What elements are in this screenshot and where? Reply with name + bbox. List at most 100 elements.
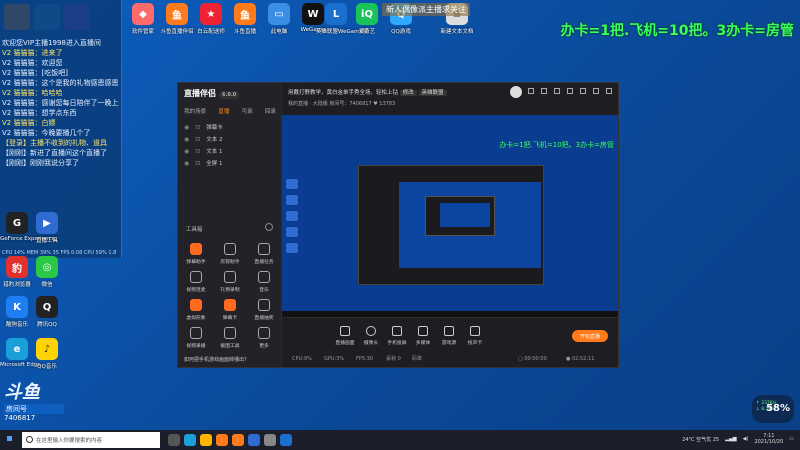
source-game-button[interactable]: 游戏源 [436, 326, 462, 346]
weather-widget[interactable]: 24°C 空气优 25 [682, 436, 719, 443]
lol-icon[interactable] [280, 434, 292, 446]
category-select[interactable]: 英雄联盟 [418, 90, 447, 96]
preview-icon [286, 227, 298, 237]
tool-label: 截图工具 [220, 344, 240, 349]
ticker-line: V2 猫猫猫：想学点东西 [2, 109, 77, 117]
source-camera-button[interactable]: 摄像头 [358, 326, 384, 346]
edit-title-button[interactable]: 修改 [399, 90, 417, 96]
menu-icon[interactable] [567, 88, 573, 94]
tool-gift-record[interactable]: 礼物录制 [214, 271, 246, 293]
eye-icon[interactable]: ◉ [184, 124, 189, 131]
avatar[interactable] [510, 86, 522, 98]
desktop-icon-douyu[interactable]: 鱼斗鱼直播 [228, 3, 262, 35]
desktop-icon-software-manager[interactable]: ◆ 软件管家 [126, 3, 160, 35]
tool-danmaku-card[interactable]: 弹幕卡 [214, 299, 246, 321]
desktop-icon-douyu-companion[interactable]: 鱼斗鱼直播伴侣 [160, 3, 194, 35]
tab-my-scenes[interactable]: 我的场景 [184, 107, 206, 115]
desktop-icon-geforce[interactable]: G GeForce Experience [0, 212, 55, 242]
desktop-icon-qq[interactable]: Q 腾讯QQ [30, 296, 64, 328]
tool-label: 视频连麦 [186, 288, 206, 293]
network-icon[interactable]: ▂▄▆ [725, 436, 737, 442]
eye-icon[interactable]: ◉ [184, 148, 189, 155]
edge-icon[interactable] [184, 434, 196, 446]
douyu-companion-icon[interactable] [232, 434, 244, 446]
nested-preview-window [358, 165, 544, 285]
message-icon[interactable] [541, 88, 547, 94]
source-media-button[interactable]: 多媒体 [410, 326, 436, 346]
lock-icon[interactable]: ⊡ [195, 160, 200, 167]
desktop-icon-iqiyi[interactable]: iQ 爱奇艺 [350, 3, 384, 35]
start-button[interactable] [0, 430, 22, 450]
source-label: 直播画面 [335, 341, 355, 346]
source-screen-button[interactable]: 直播画面 [332, 326, 358, 346]
software-manager-icon: ◆ [132, 3, 154, 25]
tool-room-admin[interactable]: 房管助手 [214, 243, 246, 265]
source-audio-button[interactable]: 投声卡 [462, 326, 488, 346]
app-icon[interactable] [248, 434, 260, 446]
tool-lottery[interactable]: 直播抽奖 [248, 299, 280, 321]
clock[interactable]: 7:11 2021/10/20 [754, 433, 783, 445]
tool-label: 更多 [259, 344, 269, 349]
eye-icon[interactable]: ◉ [184, 136, 189, 143]
stat-record-time: ▢ 00:00:00 [518, 356, 547, 362]
app-version[interactable]: 6.0.0 [219, 91, 240, 99]
lock-icon[interactable]: ⊡ [195, 124, 200, 131]
ticker-line: V2 猫猫猫：哈哈哈 [2, 89, 63, 97]
ticker-line: V2 猫猫猫：感谢您每日陪伴了一晚上 [2, 99, 119, 107]
eye-icon[interactable]: ◉ [184, 160, 189, 167]
tab-replay[interactable]: 回录 [265, 107, 276, 115]
scene-item[interactable]: ◉ ⊡ 文本 2 [184, 135, 223, 144]
taskbar-search-input[interactable]: 在这里输入你要搜索的内容 [22, 432, 160, 448]
stat-fps: FPS:30 [356, 356, 374, 362]
mail-icon[interactable] [554, 88, 560, 94]
stream-title: 用戴打野教学，黄白金单手秀全场，轻松上钻 修改 英雄联盟 [288, 88, 447, 96]
desktop-icon-kugou[interactable]: K 酷狗音乐 [0, 296, 34, 328]
desktop-icon-baiyun[interactable]: ★ 白云配送师 [194, 3, 228, 35]
notification-icon[interactable]: ▭ [789, 436, 794, 442]
scene-label: 全屏 1 [206, 161, 223, 167]
desktop-icon-live-tool[interactable]: ▶ 直播工具 [30, 212, 64, 244]
volume-icon[interactable]: ◀) [743, 436, 749, 442]
avatar-icon [190, 299, 202, 311]
app-icon[interactable] [264, 434, 276, 446]
desktop-icon-liebao[interactable]: 豹猎豹浏览器 [0, 256, 34, 288]
tab-recordable[interactable]: 可录 [242, 107, 253, 115]
tab-live[interactable]: 直播 [218, 107, 229, 115]
desktop-icon-wechat[interactable]: ◎ 微信 [30, 256, 64, 288]
close-icon[interactable] [606, 88, 612, 94]
desktop-icon-edge[interactable]: e Microsoft Edge [0, 338, 41, 368]
tool-danmaku-helper[interactable]: 弹幕助手 [180, 243, 212, 265]
start-live-button[interactable]: 开始直播 [572, 330, 608, 342]
desktop-icon-this-pc[interactable]: ▭ 此电脑 [262, 3, 296, 35]
source-phone-button[interactable]: 手机投屏 [384, 326, 410, 346]
qq-music-icon: ♪ [36, 338, 58, 360]
lock-icon[interactable]: ⊡ [195, 136, 200, 143]
lock-icon[interactable]: ⊡ [195, 148, 200, 155]
task-view-icon[interactable] [168, 434, 180, 446]
desktop-slogan: 办卡=1把.飞机=10把。3办卡=房管 [560, 23, 794, 39]
desktop-icon-label: QQ游戏 [391, 29, 411, 35]
settings-icon[interactable] [528, 88, 534, 94]
tool-screenshot[interactable]: 截图工具 [214, 327, 246, 349]
explorer-icon[interactable] [200, 434, 212, 446]
tool-live-task[interactable]: 直播任务 [248, 243, 280, 265]
maximize-icon[interactable] [593, 88, 599, 94]
source-label: 投声卡 [467, 341, 483, 346]
tool-avatar[interactable]: 虚拟形象 [180, 299, 212, 321]
tool-label: 礼物录制 [220, 288, 240, 293]
douyu-icon[interactable] [216, 434, 228, 446]
stream-preview[interactable]: 办卡=1把.飞机=10把。3办卡=房管 [282, 115, 618, 319]
desktop-icon-qq-music[interactable]: ♪ QQ音乐 [30, 338, 64, 370]
app-topbar: 用戴打野教学，黄白金单手秀全场，轻松上钻 修改 英雄联盟 我的直播 · 大陆版 … [282, 83, 618, 115]
network-widget[interactable]: ↑ 237K/s ↓ 8.1K/s 58% [752, 395, 794, 423]
tool-more[interactable]: 更多 [248, 327, 280, 349]
tool-video-link[interactable]: 视频连麦 [180, 271, 212, 293]
scene-item[interactable]: ◉ ⊡ 文本 1 [184, 147, 223, 156]
scene-item[interactable]: ◉ ⊡ 弹幕卡 [184, 123, 223, 132]
tool-music[interactable]: 音乐 [248, 271, 280, 293]
toolbox-close-icon[interactable] [265, 223, 273, 231]
tool-video-record[interactable]: 视频录播 [180, 327, 212, 349]
scene-item[interactable]: ◉ ⊡ 全屏 1 [184, 159, 223, 168]
minimize-icon[interactable] [580, 88, 586, 94]
help-tip[interactable]: 如何把手机游戏画面转播出？ [184, 356, 249, 363]
